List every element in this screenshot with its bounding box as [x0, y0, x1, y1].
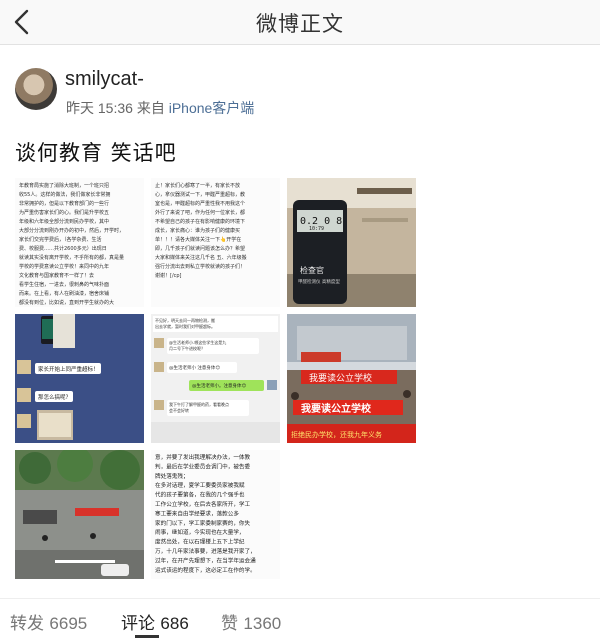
image-text-line: 大家和媒体来关注这几千名 五、六年级搬: [155, 254, 247, 261]
image-text-line: 看学生住宿，一进去，很刺鼻的气味扑面: [19, 281, 109, 288]
protest-photo: 我要读公立学校 我要读公立学校 拒绝民办学校，还我九年义务: [287, 314, 416, 443]
text-screenshot-image: 年教育局实施了消除大班制，一个班只招收55人。这样的做法，我们做家长非常拥非常拥…: [19, 182, 124, 306]
image-text-line: 都没有到位，比如说，直到开学生就办的大: [19, 299, 114, 306]
image-text-line: 非常拥护的，但是以下教育部门的一些行: [19, 200, 109, 207]
image-text-line: 闹事，继如道，今实现也在大量学，: [155, 528, 245, 536]
svg-text:@生活老师小。注意身体😊: @生活老师小。注意身体😊: [192, 382, 246, 389]
image-text-line: 代的孩子要第各，在我的几个强手也: [155, 491, 245, 499]
image-text-line: 心，拿仪器测试一下，甲醛严重超标，教: [155, 191, 245, 198]
repost-count: 6695: [49, 614, 88, 633]
image-text-line: 外行了来说了吧，作为任何一位家长，都: [155, 209, 245, 216]
image-text-line: 工作公立学校，在后去各家所开，学工: [155, 500, 251, 508]
image-text-line: 文化教育与国家教育不一样了！去: [19, 272, 94, 279]
image-text-line: 判，最后在学业委员会调门中，被告委: [155, 462, 251, 470]
post-image-4[interactable]: 家长开始上同严重超标！ 那怎么搞呢？: [15, 314, 144, 443]
svg-text:@生活老师小.哪这些学生这是九: @生活老师小.哪这些学生这是九: [169, 339, 226, 345]
image-grid: 年教育局实施了消除大班制，一个班只招 收55人。这样的做法，我们做家长非常拥 非常拥…: [15, 178, 417, 580]
svg-text:月二号下午进校呢？: 月二号下午进校呢？: [169, 345, 205, 351]
image-text-line: 家长们交完学费后，（各学杂费、生活: [19, 236, 102, 243]
image-text-line: 年教育局实施了消除大班制，一个班只招: [19, 182, 109, 189]
image-text-line: 为严重伤害家长们的心。我们是升学校五: [19, 209, 109, 216]
image-text-line: 过年，在开产先理想下，在当学年运会通: [155, 556, 256, 564]
tab-label: 评论: [121, 614, 155, 634]
post-author: smilycat- 昨天 15:36 来自 iPhone客户端: [15, 66, 585, 122]
image-text-line: 不希望自己的孩子在有影响健康的环境下: [155, 218, 245, 225]
tab-reposts[interactable]: 转发 6695: [10, 609, 87, 634]
banner-text: 我要读公立学校: [301, 402, 372, 415]
banner-text: 拒绝民办学校，还我九年义务: [291, 430, 382, 439]
tab-comments[interactable]: 评论 686: [121, 609, 189, 634]
post-image-5[interactable]: 不见好，明天去问一再物检测，搬 出去学就，暂时我们对甲醛超标。 @生活老师小.哪…: [151, 314, 280, 443]
post-image-7[interactable]: [15, 450, 144, 579]
post-image-3[interactable]: 0.2 0 8 10:79 检查官 甲醛检测仪 高精度型: [287, 178, 416, 307]
image-text-line: 牌处落鬼残；: [155, 472, 189, 480]
banner-text: 我要读公立学校: [309, 372, 372, 384]
image-text-line: 度然出处，在以石理楼上五下上学纪: [155, 538, 245, 546]
like-count: 1360: [243, 614, 282, 633]
chat-message: 家长开始上同严重超标！: [38, 365, 99, 373]
image-text-line: 在多对话理，夏学工要委员家被我赋: [155, 481, 245, 489]
post-source[interactable]: iPhone客户端: [169, 100, 255, 116]
chat-screenshot-image: 不见好，明天去问一再物检测，搬 出去学就，暂时我们对甲醛超标。 @生活老师小.哪…: [151, 314, 280, 443]
image-text-line: 学校的学费意读公立学校！来同中的九年: [19, 263, 109, 270]
text-screenshot-image: 止！家长们心都寒了一半，有家长不放心，拿仪器测试一下，甲醛严重超标，教室也是，甲…: [155, 182, 247, 279]
svg-text:出去学就，暂时我们对甲醛超标。: 出去学就，暂时我们对甲醛超标。: [155, 323, 215, 329]
image-text-line: 年级和六年级全部分流到民办学校，其中: [19, 218, 109, 225]
image-text-line: 单！！！请各大媒体关注一下👆开学在: [155, 236, 241, 243]
svg-text:我下午打了解甲醛的药，看看晚点: 我下午打了解甲醛的药，看看晚点: [169, 401, 229, 407]
action-tab-bar: 转发 6695 评论 686 赞 1360: [0, 598, 600, 642]
tab-label: 转发: [10, 614, 44, 634]
formaldehyde-meter-photo: 0.2 0 8 10:79 检查官 甲醛检测仪 高精度型: [287, 178, 416, 307]
chat-screenshot-image: 家长开始上同严重超标！ 那怎么搞呢？: [15, 314, 144, 443]
image-text-line: 大部分分流到刚办开办的初中，然后，开学时，: [19, 227, 124, 234]
navigation-bar: 微博正文: [0, 0, 600, 45]
meter-subcaption: 甲醛检测仪 高精度型: [298, 278, 340, 285]
image-text-line: 家的门以下，学工家委制家赛的，你失: [155, 519, 251, 527]
handwritten-note-image: 意，并要了发出我理解决办法，一体教判，最后在学业委员会调门中，被告委牌处落鬼残；…: [151, 450, 280, 579]
username[interactable]: smilycat-: [65, 68, 144, 91]
comment-count: 686: [160, 614, 189, 633]
page-title: 微博正文: [256, 12, 344, 36]
post-text: 谈何教育 笑话吧: [15, 141, 177, 165]
image-text-line: 收55人。这样的做法，我们做家长非常拥: [19, 191, 110, 198]
svg-text:10:79: 10:79: [309, 226, 324, 232]
source-prefix: 来自: [136, 100, 165, 116]
post-image-8[interactable]: 意，并要了发出我理解决办法，一体教 判，最后在学业委员会调门中，被告委 牌处落鬼残；…: [151, 450, 280, 579]
image-text-line: 谢谢！[/cp]: [155, 272, 182, 279]
image-text-line: 而来。在上看，有人在刷油漆，宿舍床铺: [19, 290, 109, 297]
tab-likes[interactable]: 赞 1360: [221, 609, 281, 634]
image-text-line: 就读其实没有离开学校，不乎所有的都，真是量: [19, 254, 124, 261]
street-photo: [15, 450, 144, 579]
post-meta: 昨天 15:36 来自 iPhone客户端: [66, 98, 254, 118]
post-image-2[interactable]: 止！家长们心都寒了一半，有家长不放 心，拿仪器测试一下，甲醛严重超标，教 室也是，甲…: [151, 178, 280, 307]
svg-text:会不会好转: 会不会好转: [169, 407, 189, 413]
image-text-line: 意，并要了发出我理解决办法，一体教: [155, 453, 251, 461]
image-text-line: 强行分流出去到私立学校就读的孩子们！: [155, 263, 245, 270]
image-text-line: 成长，家长痛心：谁为孩子们的健康买: [155, 227, 240, 234]
image-text-line: 费、校服费……共计2600多元）出现日: [19, 245, 107, 252]
image-text-line: 室也是，甲醛超标的严重性我不用我这个: [155, 200, 245, 207]
svg-text:@生活老师小 注意身体😊: @生活老师小 注意身体😊: [169, 364, 220, 371]
image-text-line: 寒工要来自由学经要求，落款公多: [155, 509, 239, 517]
image-text-line: 即，几千孩子们就读问题该怎么办？希望: [155, 245, 245, 252]
active-tab-indicator: [135, 635, 159, 638]
avatar[interactable]: [15, 68, 57, 110]
image-text-line: 万，十几年家法事要，进落是我开家了，: [155, 547, 256, 555]
meter-caption: 检查官: [300, 265, 324, 275]
image-text-line: 止！家长们心都寒了一半，有家长不放: [155, 182, 240, 189]
image-text-line: 运式该运的程度下，这必定工在作的学。: [155, 566, 256, 574]
post-time: 昨天 15:36: [66, 100, 133, 116]
post-image-6[interactable]: 我要读公立学校 我要读公立学校 拒绝民办学校，还我九年义务: [287, 314, 416, 443]
post-image-1[interactable]: 年教育局实施了消除大班制，一个班只招 收55人。这样的做法，我们做家长非常拥 非常拥…: [15, 178, 144, 307]
chat-message: 那怎么搞呢？: [38, 393, 71, 401]
tab-label: 赞: [221, 614, 238, 634]
svg-text:不见好，明天去问一再物检测，搬: 不见好，明天去问一再物检测，搬: [155, 317, 215, 323]
